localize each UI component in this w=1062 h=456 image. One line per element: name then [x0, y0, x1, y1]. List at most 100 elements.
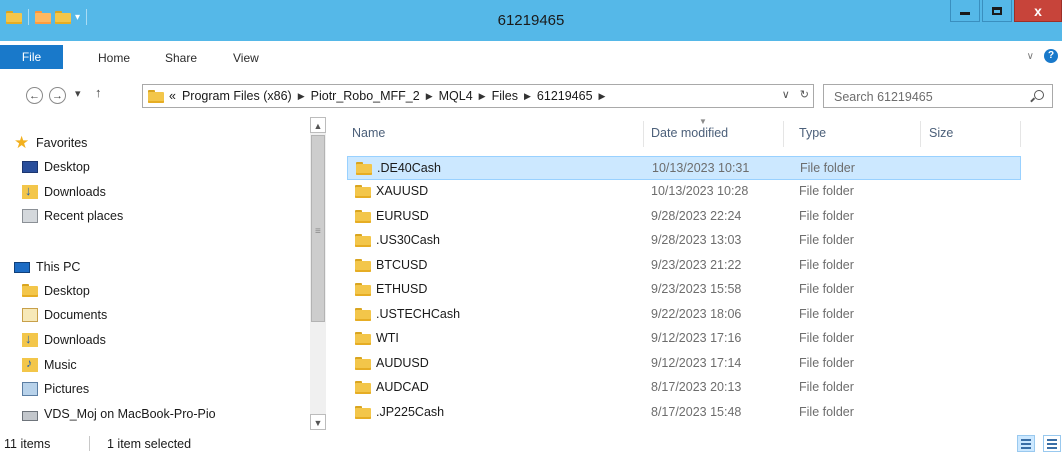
breadcrumb-item[interactable]: Piotr_Robo_MFF_2: [311, 89, 420, 103]
table-row[interactable]: ETHUSD 9/23/2023 15:58 File folder: [347, 278, 1021, 302]
file-date: 9/23/2023 21:22: [651, 258, 742, 272]
chevron-down-icon[interactable]: ∨: [1027, 51, 1034, 62]
up-button[interactable]: ↑: [95, 85, 102, 100]
nav-item-network-drive[interactable]: VDS_Moj on MacBook-Pro-Pio: [22, 403, 216, 425]
breadcrumb-overflow[interactable]: «: [169, 89, 176, 103]
nav-item-desktop[interactable]: Desktop: [22, 280, 90, 302]
forward-button[interactable]: →: [49, 87, 66, 104]
nav-this-pc[interactable]: This PC: [14, 256, 80, 278]
folder-icon: [355, 357, 371, 370]
chevron-right-icon[interactable]: ▶: [479, 91, 486, 102]
address-dropdown-icon[interactable]: ∨: [782, 88, 790, 101]
table-row[interactable]: BTCUSD 9/23/2023 21:22 File folder: [347, 254, 1021, 278]
table-row[interactable]: .DE40Cash 10/13/2023 10:31 File folder: [347, 156, 1021, 180]
table-row[interactable]: WTI 9/12/2023 17:16 File folder: [347, 327, 1021, 351]
nav-item-downloads[interactable]: Downloads: [22, 181, 106, 203]
file-date: 10/13/2023 10:31: [652, 161, 750, 175]
pictures-icon: [22, 382, 38, 396]
folder-icon: [356, 162, 372, 175]
nav-label: VDS_Moj on MacBook-Pro-Pio: [44, 407, 216, 421]
search-input[interactable]: Search 61219465: [823, 84, 1053, 108]
file-date: 8/17/2023 15:48: [651, 405, 742, 419]
file-name: .US30Cash: [376, 233, 440, 247]
table-row[interactable]: AUDCAD 8/17/2023 20:13 File folder: [347, 376, 1021, 400]
column-divider[interactable]: [643, 121, 644, 147]
table-row[interactable]: EURUSD 9/28/2023 22:24 File folder: [347, 205, 1021, 229]
maximize-button[interactable]: [982, 0, 1012, 22]
help-icon[interactable]: ?: [1044, 49, 1058, 63]
tab-share[interactable]: Share: [165, 51, 197, 65]
file-type: File folder: [799, 380, 854, 394]
selection-count: 1 item selected: [107, 437, 192, 451]
column-divider[interactable]: [920, 121, 921, 147]
column-header-date[interactable]: Date modified: [651, 120, 728, 146]
breadcrumb-item[interactable]: Files: [492, 89, 518, 103]
table-row[interactable]: .US30Cash 9/28/2023 13:03 File folder: [347, 229, 1021, 253]
chevron-right-icon[interactable]: ▶: [524, 91, 531, 102]
nav-label: Desktop: [44, 284, 90, 298]
scroll-down-icon[interactable]: ▼: [310, 414, 326, 430]
nav-scrollbar[interactable]: ▲ ≡ ▼: [310, 117, 326, 430]
folder-icon: [355, 210, 371, 223]
file-name: .DE40Cash: [377, 161, 441, 175]
recent-locations-button[interactable]: ▾: [75, 87, 81, 100]
window-title: 61219465: [497, 12, 565, 29]
tab-home[interactable]: Home: [98, 51, 130, 65]
breadcrumb-item[interactable]: 61219465: [537, 89, 593, 103]
chevron-right-icon[interactable]: ▶: [426, 91, 433, 102]
file-date: 9/22/2023 18:06: [651, 307, 742, 321]
divider: [89, 436, 90, 451]
nav-item-downloads[interactable]: Downloads: [22, 329, 106, 351]
nav-favorites[interactable]: ★ Favorites: [14, 132, 87, 154]
file-name: AUDUSD: [376, 356, 429, 370]
search-placeholder: Search 61219465: [834, 90, 933, 104]
table-row[interactable]: .JP225Cash 8/17/2023 15:48 File folder: [347, 401, 1021, 425]
nav-item-recent-places[interactable]: Recent places: [22, 205, 123, 227]
file-name: EURUSD: [376, 209, 429, 223]
table-row[interactable]: XAUUSD 10/13/2023 10:28 File folder: [347, 180, 1021, 204]
downloads-icon: [22, 183, 38, 199]
file-type: File folder: [799, 209, 854, 223]
minimize-button[interactable]: [950, 0, 980, 22]
chevron-right-icon[interactable]: ▶: [298, 91, 305, 102]
recent-places-icon: [22, 209, 38, 223]
column-divider[interactable]: [1020, 121, 1021, 147]
file-name: AUDCAD: [376, 380, 429, 394]
breadcrumb-item[interactable]: Program Files (x86): [182, 89, 292, 103]
nav-label: Downloads: [44, 333, 106, 347]
folder-icon: [355, 259, 371, 272]
tab-view[interactable]: View: [233, 51, 259, 65]
breadcrumb-item[interactable]: MQL4: [439, 89, 473, 103]
details-view-button[interactable]: [1017, 435, 1035, 452]
large-icons-view-button[interactable]: [1043, 435, 1061, 452]
nav-item-music[interactable]: Music: [22, 354, 77, 376]
nav-item-documents[interactable]: Documents: [22, 304, 107, 326]
nav-label: Downloads: [44, 185, 106, 199]
table-row[interactable]: AUDUSD 9/12/2023 17:14 File folder: [347, 352, 1021, 376]
nav-item-desktop[interactable]: Desktop: [22, 156, 90, 178]
scroll-up-icon[interactable]: ▲: [310, 117, 326, 133]
close-button[interactable]: x: [1014, 0, 1062, 22]
scrollbar-thumb[interactable]: ≡: [311, 135, 325, 322]
folder-icon: [355, 406, 371, 419]
file-date: 9/12/2023 17:16: [651, 331, 742, 345]
tab-file[interactable]: File: [0, 45, 63, 69]
column-header-type[interactable]: Type: [799, 120, 826, 146]
file-type: File folder: [799, 282, 854, 296]
column-divider[interactable]: [783, 121, 784, 147]
address-bar[interactable]: « Program Files (x86) ▶ Piotr_Robo_MFF_2…: [142, 84, 814, 108]
file-name: BTCUSD: [376, 258, 428, 272]
navigation-pane: ★ Favorites Desktop Downloads Recent pla…: [0, 117, 308, 430]
folder-icon: [355, 185, 371, 198]
search-icon[interactable]: [1034, 90, 1044, 100]
table-row[interactable]: .USTECHCash 9/22/2023 18:06 File folder: [347, 303, 1021, 327]
grip-icon: ≡: [315, 226, 321, 237]
back-button[interactable]: ←: [26, 87, 43, 104]
nav-item-pictures[interactable]: Pictures: [22, 378, 89, 400]
column-header-name[interactable]: Name: [352, 120, 385, 146]
chevron-right-icon[interactable]: ▶: [599, 91, 606, 102]
refresh-icon[interactable]: ↻: [800, 88, 809, 101]
column-header-size[interactable]: Size: [929, 120, 953, 146]
nav-label: Favorites: [36, 136, 88, 150]
file-date: 9/23/2023 15:58: [651, 282, 742, 296]
